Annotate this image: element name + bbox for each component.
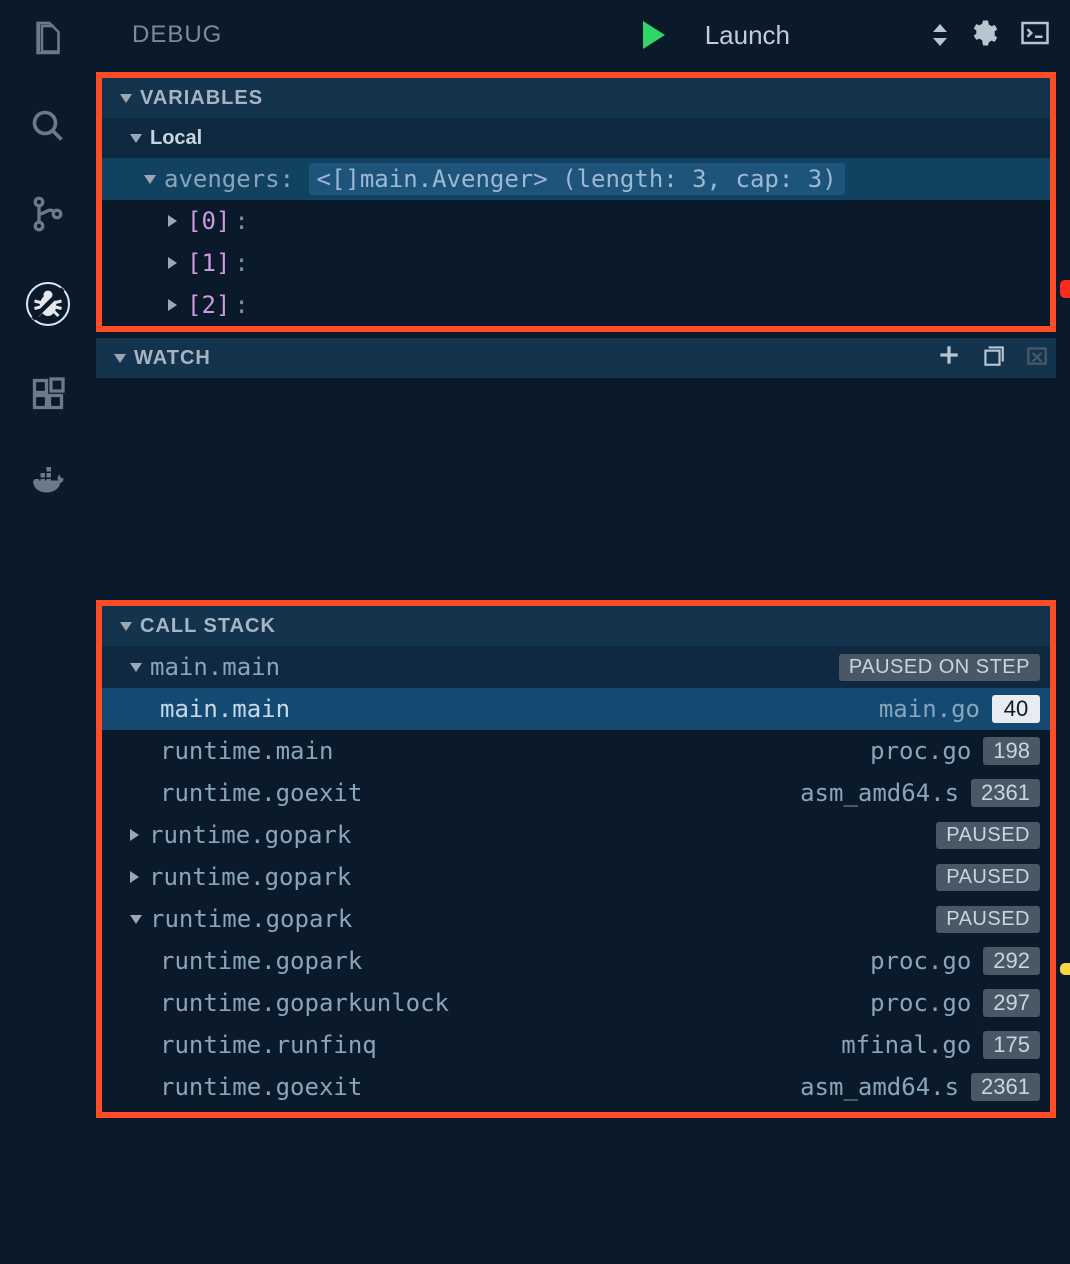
frame-function: runtime.goexit: [160, 1073, 362, 1101]
frame-file: main.go: [879, 695, 980, 723]
scm-icon[interactable]: [28, 194, 68, 234]
chevron-down-icon: [130, 663, 142, 672]
variable-index: [1]: [187, 249, 230, 277]
frame-line-badge: 297: [983, 989, 1040, 1017]
debug-icon[interactable]: [26, 282, 70, 326]
chevron-down-icon: [130, 915, 142, 924]
launch-config-select[interactable]: Launch: [705, 20, 948, 51]
watch-section-title: WATCH: [134, 347, 211, 370]
chevron-right-icon: [130, 871, 139, 883]
start-debug-icon[interactable]: [643, 21, 665, 49]
local-scope-header[interactable]: Local: [102, 118, 1050, 158]
variable-name: avengers:: [164, 165, 294, 193]
launch-config-label: Launch: [705, 20, 790, 51]
stack-frame[interactable]: main.main main.go 40: [102, 688, 1050, 730]
frame-file: proc.go: [870, 947, 971, 975]
variable-child[interactable]: [2]:: [102, 284, 1050, 326]
frame-file: asm_amd64.s: [800, 779, 959, 807]
frame-line-badge: 40: [992, 695, 1040, 723]
stack-frame[interactable]: runtime.main proc.go 198: [102, 730, 1050, 772]
chevron-down-icon: [130, 134, 142, 143]
thread-name: main.main: [150, 653, 280, 681]
variable-index: [0]: [187, 207, 230, 235]
thread-name: runtime.gopark: [149, 821, 351, 849]
chevron-right-icon: [168, 215, 177, 227]
thread-state-badge: PAUSED: [936, 864, 1040, 891]
variable-avengers[interactable]: avengers: <[]main.Avenger> (length: 3, c…: [102, 158, 1050, 200]
frame-function: main.main: [160, 695, 290, 723]
chevron-right-icon: [168, 299, 177, 311]
frame-file: proc.go: [870, 989, 971, 1017]
colon: :: [234, 291, 248, 319]
variable-child[interactable]: [1]:: [102, 242, 1050, 284]
frame-file: proc.go: [870, 737, 971, 765]
variables-section-title: VARIABLES: [140, 87, 263, 110]
overview-ruler-error: [1060, 280, 1070, 298]
thread-row[interactable]: runtime.gopark PAUSED: [102, 898, 1050, 940]
chevron-right-icon: [168, 257, 177, 269]
stack-frame[interactable]: runtime.runfinq mfinal.go 175: [102, 1024, 1050, 1066]
gear-icon[interactable]: [968, 18, 998, 53]
debug-topbar: DEBUG Launch: [96, 0, 1070, 70]
thread-row[interactable]: runtime.gopark PAUSED: [102, 814, 1050, 856]
collapse-all-icon[interactable]: [980, 342, 1006, 374]
callstack-panel-highlight: CALL STACK main.mainPAUSED ON STEPmain.m…: [96, 600, 1056, 1118]
thread-name: runtime.gopark: [149, 863, 351, 891]
variable-index: [2]: [187, 291, 230, 319]
chevron-down-icon: [144, 175, 156, 184]
thread-name: runtime.gopark: [150, 905, 352, 933]
chevron-down-icon: [120, 94, 132, 103]
colon: :: [234, 249, 248, 277]
stack-frame[interactable]: runtime.gopark proc.go 292: [102, 940, 1050, 982]
frame-function: runtime.goparkunlock: [160, 989, 449, 1017]
debug-console-icon[interactable]: [1020, 18, 1050, 53]
add-watch-icon[interactable]: [936, 342, 962, 374]
thread-state-badge: PAUSED: [936, 822, 1040, 849]
frame-line-badge: 292: [983, 947, 1040, 975]
frame-function: runtime.runfinq: [160, 1031, 377, 1059]
stack-frame[interactable]: runtime.goparkunlock proc.go 297: [102, 982, 1050, 1024]
variable-child[interactable]: [0]:: [102, 200, 1050, 242]
explorer-icon[interactable]: [28, 18, 68, 58]
frame-file: asm_amd64.s: [800, 1073, 959, 1101]
docker-icon[interactable]: [28, 462, 68, 502]
thread-state-badge: PAUSED ON STEP: [839, 654, 1040, 681]
view-title: DEBUG: [132, 21, 623, 49]
colon: :: [234, 207, 248, 235]
callstack-section-header[interactable]: CALL STACK: [102, 606, 1050, 646]
frame-function: runtime.main: [160, 737, 333, 765]
thread-row[interactable]: runtime.gopark PAUSED: [102, 856, 1050, 898]
frame-line-badge: 2361: [971, 779, 1040, 807]
watch-section-header[interactable]: WATCH: [96, 338, 1056, 378]
select-arrows-icon: [930, 22, 948, 48]
thread-state-badge: PAUSED: [936, 906, 1040, 933]
stack-frame[interactable]: runtime.goexit asm_amd64.s 2361: [102, 1066, 1050, 1108]
stack-frame[interactable]: runtime.goexit asm_amd64.s 2361: [102, 772, 1050, 814]
frame-line-badge: 175: [983, 1031, 1040, 1059]
extensions-icon[interactable]: [28, 374, 68, 414]
callstack-section-title: CALL STACK: [140, 615, 276, 638]
chevron-right-icon: [130, 829, 139, 841]
overview-ruler-warning: [1060, 963, 1070, 975]
debug-sidebar: DEBUG Launch VARIABLES Local avengers:: [96, 0, 1070, 1264]
local-scope-label: Local: [150, 127, 202, 150]
chevron-down-icon: [114, 354, 126, 363]
frame-file: mfinal.go: [841, 1031, 971, 1059]
remove-all-icon[interactable]: [1024, 342, 1050, 374]
variables-section-header[interactable]: VARIABLES: [102, 78, 1050, 118]
frame-function: runtime.goexit: [160, 779, 362, 807]
frame-function: runtime.gopark: [160, 947, 362, 975]
frame-line-badge: 2361: [971, 1073, 1040, 1101]
thread-row[interactable]: main.main PAUSED ON STEP: [102, 646, 1050, 688]
search-icon[interactable]: [28, 106, 68, 146]
watch-body: [96, 378, 1056, 598]
variable-value: <[]main.Avenger> (length: 3, cap: 3): [309, 163, 845, 195]
variables-panel-highlight: VARIABLES Local avengers: <[]main.Avenge…: [96, 72, 1056, 332]
frame-line-badge: 198: [983, 737, 1040, 765]
chevron-down-icon: [120, 622, 132, 631]
activity-bar: [0, 0, 96, 1264]
